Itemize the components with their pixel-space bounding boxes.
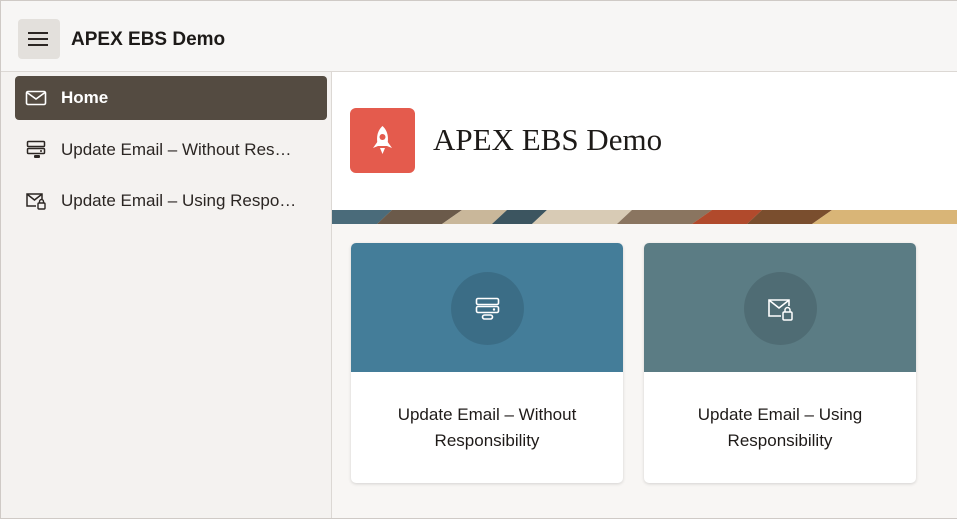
sidebar-item-label: Home bbox=[61, 88, 109, 107]
sidebar-item-update-email-using[interactable]: Update Email – Using Respo… bbox=[15, 178, 327, 222]
sidebar-item-update-email-without[interactable]: Update Email – Without Res… bbox=[15, 127, 327, 171]
card-update-email-without[interactable]: Update Email – Without Responsibility bbox=[351, 243, 623, 483]
app-window: APEX EBS Demo Home Update Email – Withou… bbox=[0, 0, 957, 519]
page-title: APEX EBS Demo bbox=[433, 122, 663, 157]
sidebar-item-home[interactable]: Home bbox=[15, 76, 327, 120]
main-content: APEX EBS Demo Update Email – Without Res… bbox=[332, 72, 957, 518]
rocket-icon bbox=[373, 126, 392, 154]
envelope-lock-icon bbox=[768, 299, 793, 321]
app-title[interactable]: APEX EBS Demo bbox=[71, 29, 225, 51]
card-icon-circle bbox=[451, 272, 524, 345]
card-header bbox=[351, 243, 623, 372]
sidebar-nav: Home Update Email – Without Res… Update … bbox=[1, 72, 332, 518]
card-header bbox=[644, 243, 916, 372]
app-icon bbox=[350, 108, 415, 173]
sidebar-item-label: Update Email – Using Respo… bbox=[61, 191, 297, 210]
top-header: APEX EBS Demo bbox=[1, 1, 957, 72]
card-update-email-using[interactable]: Update Email – Using Responsibility bbox=[644, 243, 916, 483]
envelope-lock-icon bbox=[25, 190, 47, 210]
decorative-banner-strip bbox=[332, 210, 957, 224]
hamburger-menu-icon bbox=[28, 32, 48, 34]
server-stack-icon bbox=[25, 139, 47, 159]
sidebar-item-label: Update Email – Without Res… bbox=[61, 140, 292, 159]
hero-region: APEX EBS Demo bbox=[332, 72, 957, 210]
card-title: Update Email – Without Responsibility bbox=[397, 405, 577, 450]
envelope-icon bbox=[25, 88, 47, 108]
card-title: Update Email – Using Responsibility bbox=[697, 405, 863, 450]
card-icon-circle bbox=[744, 272, 817, 345]
server-stack-icon bbox=[475, 297, 500, 320]
menu-toggle-button[interactable] bbox=[18, 19, 60, 59]
